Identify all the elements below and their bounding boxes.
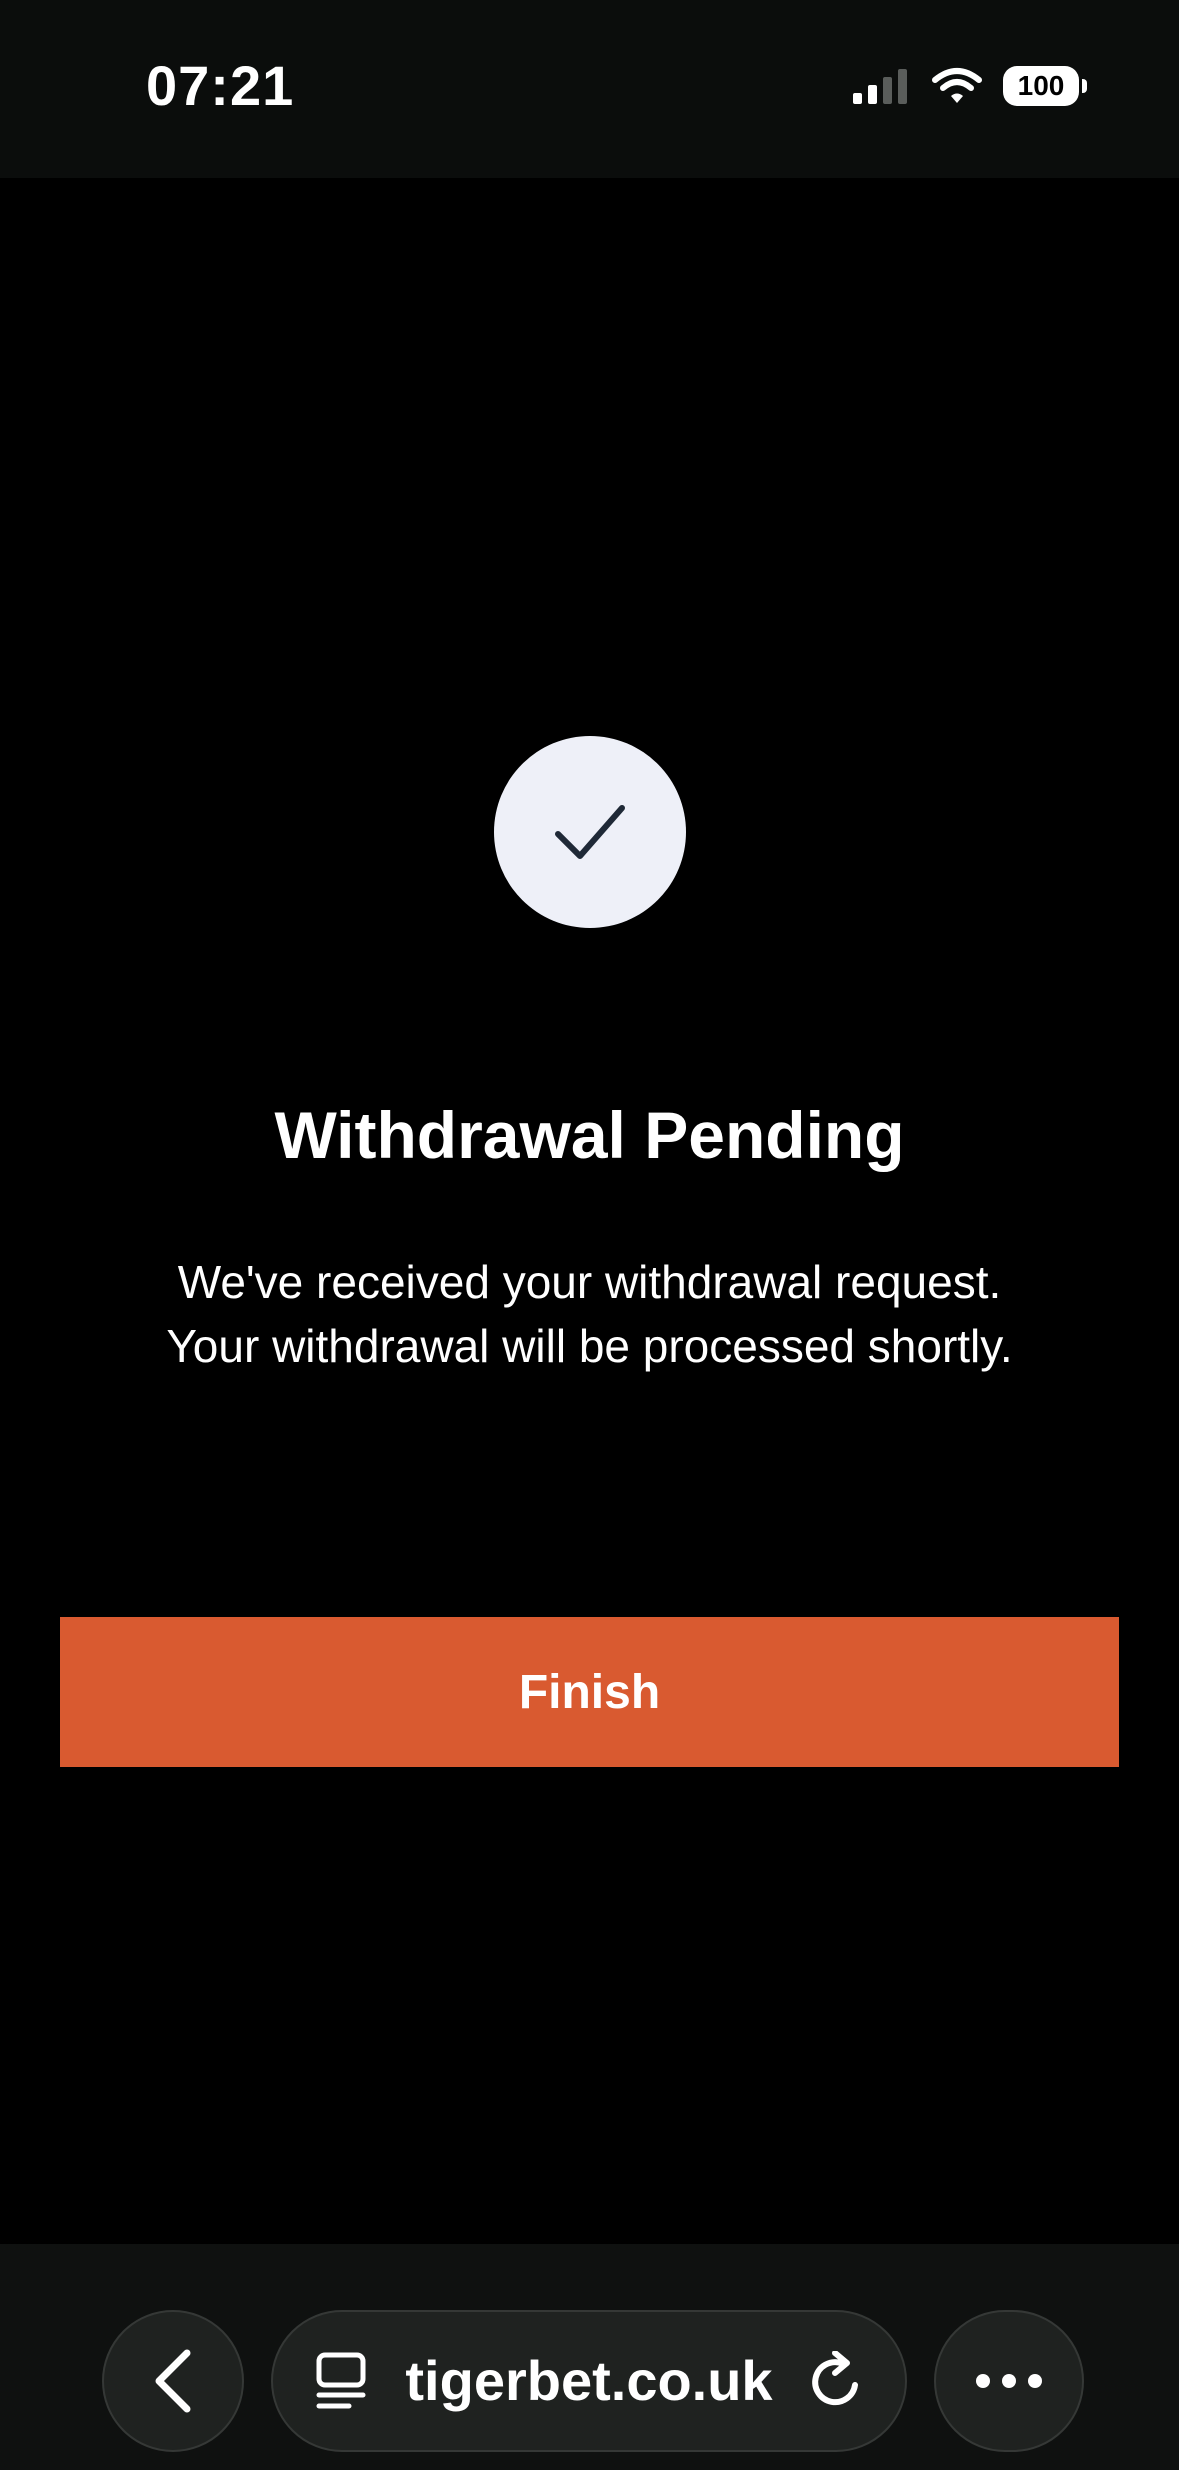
- battery-level: 100: [1017, 70, 1065, 101]
- success-badge: [494, 736, 686, 928]
- signal-icon: [851, 66, 911, 106]
- status-icons: 100: [851, 62, 1087, 110]
- checkmark-icon: [550, 800, 630, 864]
- back-button[interactable]: [102, 2310, 244, 2452]
- battery-icon: 100: [1003, 66, 1087, 106]
- status-bar: 07:21 100: [0, 0, 1179, 178]
- message-line-2: Your withdrawal will be processed shortl…: [166, 1320, 1013, 1372]
- wifi-icon: [931, 66, 983, 106]
- finish-button[interactable]: Finish: [60, 1617, 1119, 1767]
- reload-icon[interactable]: [809, 2351, 865, 2411]
- status-message: We've received your withdrawal request. …: [0, 1250, 1179, 1378]
- message-line-1: We've received your withdrawal request.: [177, 1256, 1002, 1308]
- back-icon: [151, 2349, 195, 2413]
- tabs-icon[interactable]: [313, 2351, 369, 2411]
- url-text[interactable]: tigerbet.co.uk: [369, 2346, 809, 2416]
- battery-nub: [1082, 79, 1087, 93]
- status-time: 07:21: [146, 54, 295, 117]
- more-icon: [973, 2371, 1045, 2391]
- address-bar[interactable]: tigerbet.co.uk: [271, 2310, 907, 2452]
- more-button[interactable]: [934, 2310, 1084, 2452]
- page-title: Withdrawal Pending: [274, 1098, 905, 1172]
